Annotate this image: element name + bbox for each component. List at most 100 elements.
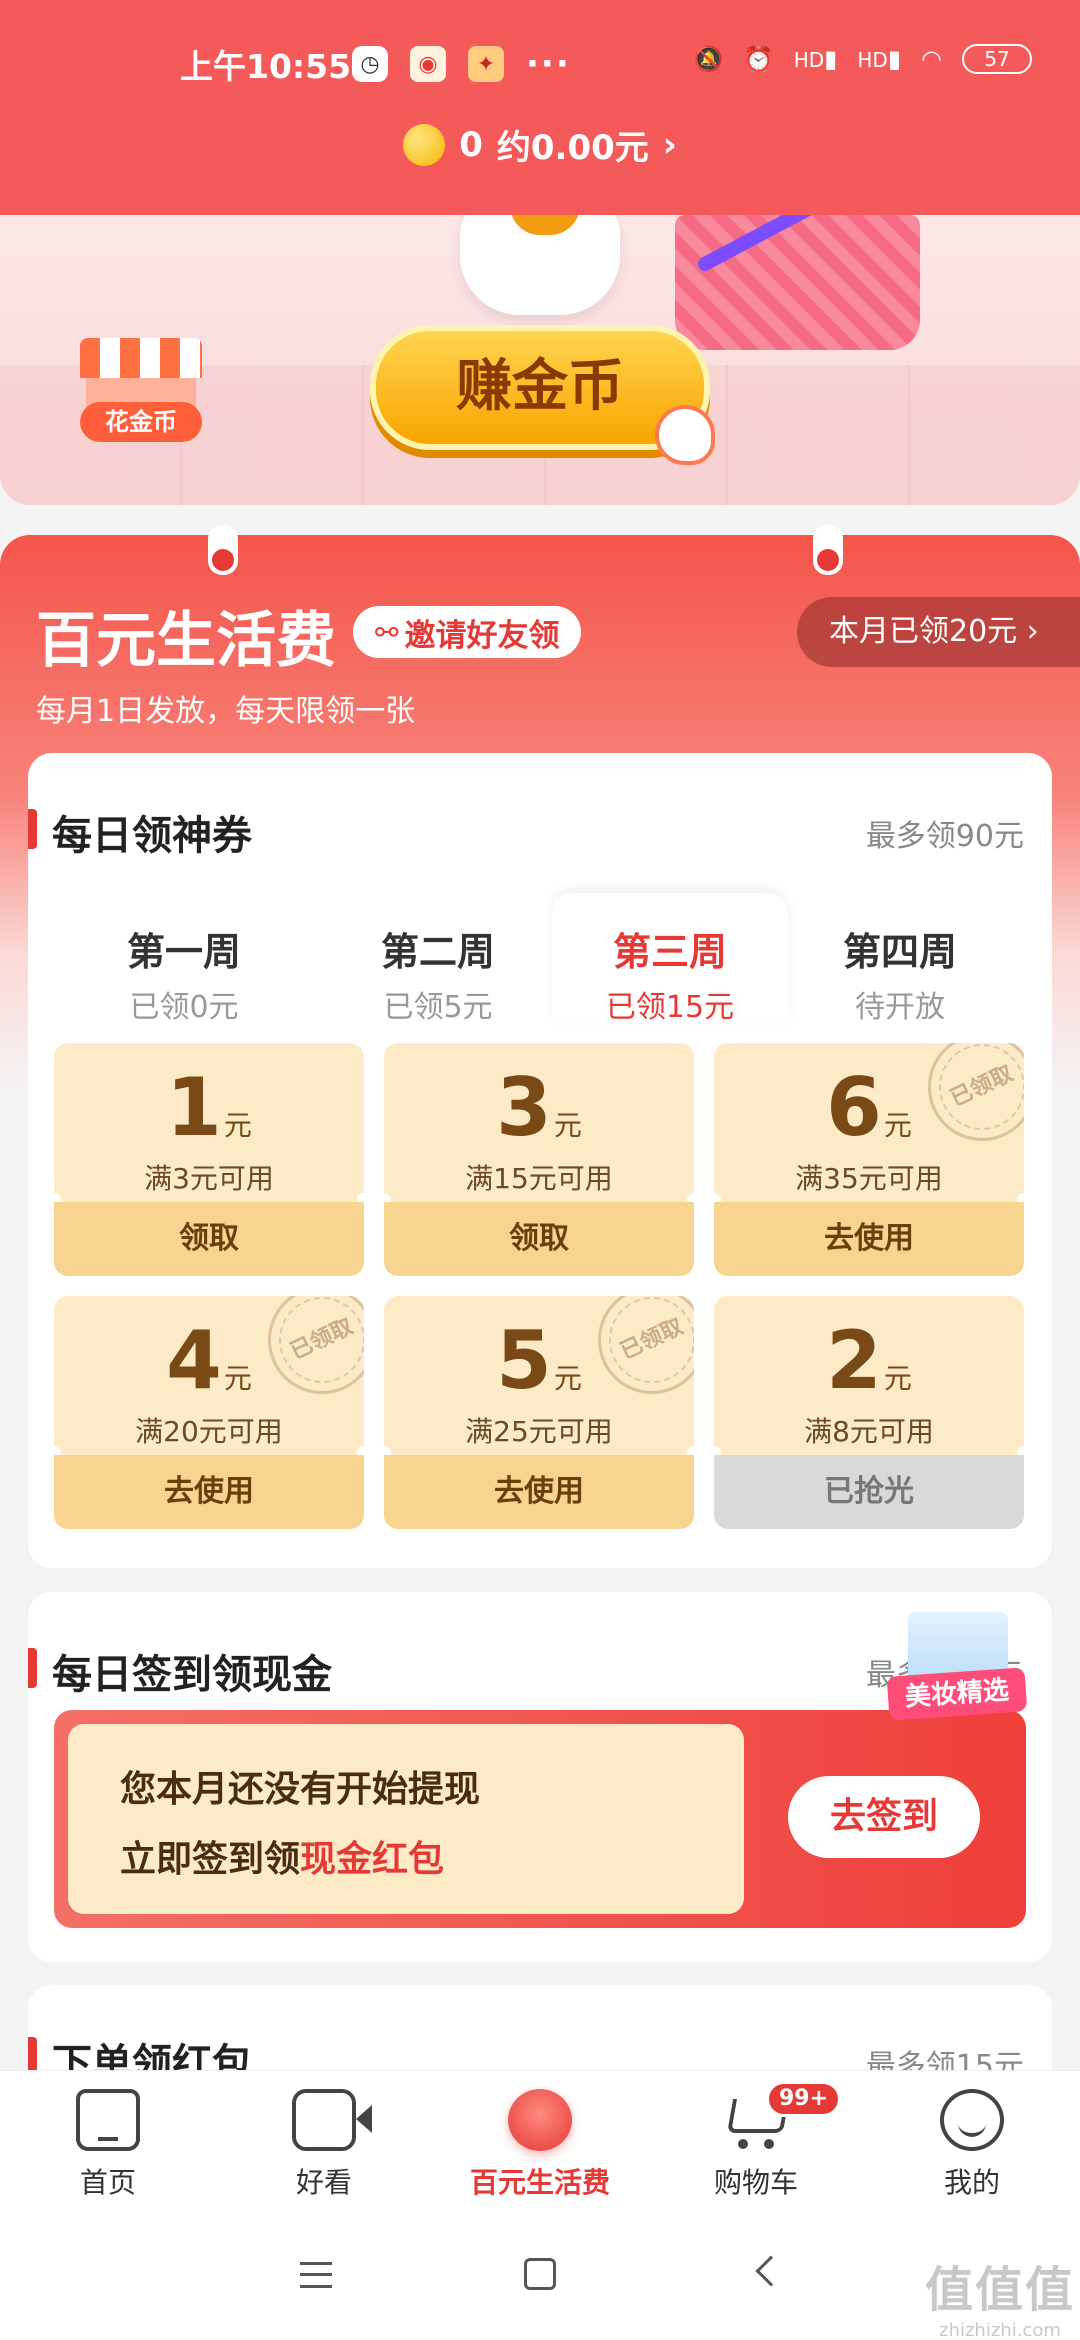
nav-home[interactable]: 首页 xyxy=(28,2089,188,2201)
coupon-unit: 元 xyxy=(553,1109,582,1142)
nav-label: 好看 xyxy=(295,2166,352,2199)
nav-label: 首页 xyxy=(79,2166,136,2199)
coupon-condition: 满35元可用 xyxy=(795,1162,943,1195)
coupon-grid: 1元 满3元可用 领取 3元 满15元可用 领取 已领取 6元 满35元可用 去… xyxy=(54,1043,1026,1529)
beauty-picks-label: 美妆精选 xyxy=(886,1667,1028,1721)
tab-week-3[interactable]: 第三周 已领15元 xyxy=(552,893,788,1025)
coupon-value: 6 xyxy=(826,1061,882,1154)
week-name: 第一周 xyxy=(126,930,241,974)
coupon-unit: 元 xyxy=(883,1362,912,1395)
coupon-condition: 满20元可用 xyxy=(135,1415,283,1448)
coupon-condition: 满8元可用 xyxy=(804,1415,934,1448)
section-title: 百元生活费 xyxy=(36,606,336,676)
top-header: 上午10:55 ◷ ◉ ✦ ··· 🔕 ⏰ HD▮ HD▮ ◠ 57 0 约0.… xyxy=(0,0,1080,215)
coupon-card: 已领取 5元 满25元可用 去使用 xyxy=(384,1296,694,1529)
chevron-right-icon: › xyxy=(1026,614,1039,649)
use-coupon-button[interactable]: 去使用 xyxy=(714,1202,1024,1276)
video-camera-icon xyxy=(292,2089,372,2151)
coupon-condition: 满3元可用 xyxy=(144,1162,274,1195)
coupon-value: 3 xyxy=(496,1061,552,1154)
back-icon[interactable] xyxy=(755,2255,787,2287)
invite-friends-button[interactable]: ⚯ 邀请好友领 xyxy=(353,606,582,658)
tab-week-1[interactable]: 第一周 已领0元 xyxy=(66,893,302,1025)
app-notification-icon: ◉ xyxy=(410,46,446,82)
coin-value: 约0.00元 xyxy=(496,128,649,168)
coupon-amount: 6元 xyxy=(714,1061,1024,1154)
spend-coins-label: 花金币 xyxy=(80,402,202,442)
status-time: 上午10:55 xyxy=(180,47,352,86)
signin-prompt: 立即签到领现金红包 xyxy=(120,1830,444,1882)
coin-balance[interactable]: 0 约0.00元 › xyxy=(0,120,1080,169)
use-coupon-button[interactable]: 去使用 xyxy=(384,1455,694,1529)
coupon-value: 4 xyxy=(166,1314,222,1407)
status-bar: 上午10:55 ◷ ◉ ✦ ··· 🔕 ⏰ HD▮ HD▮ ◠ 57 xyxy=(0,40,1080,90)
nav-cart[interactable]: 99+ 购物车 xyxy=(676,2081,842,2201)
more-notifications-icon: ··· xyxy=(526,44,571,84)
smiley-face-icon xyxy=(940,2089,1004,2151)
app-notification-icon: ✦ xyxy=(468,46,504,82)
pointing-hand-icon xyxy=(655,405,715,465)
week-status: 已领5元 xyxy=(383,990,493,1025)
card-title: 每日签到领现金 xyxy=(52,1652,332,1698)
week-status: 已领15元 xyxy=(605,990,735,1025)
spend-coins-shop[interactable]: 花金币 xyxy=(80,338,202,448)
coupon-card: 3元 满15元可用 领取 xyxy=(384,1043,694,1276)
coupon-amount: 1元 xyxy=(54,1061,364,1154)
status-notification-icons: ◷ ◉ ✦ ··· xyxy=(352,44,571,84)
status-system-icons: 🔕 ⏰ HD▮ HD▮ ◠ 57 xyxy=(694,44,1032,74)
week-status: 已领0元 xyxy=(129,990,239,1025)
claim-coupon-button[interactable]: 领取 xyxy=(384,1202,694,1276)
home-square-icon[interactable] xyxy=(524,2258,556,2290)
coupon-card: 1元 满3元可用 领取 xyxy=(54,1043,364,1276)
cash-red-packet-text: 现金红包 xyxy=(300,1839,445,1880)
coupon-unit: 元 xyxy=(883,1109,912,1142)
coupon-unit: 元 xyxy=(553,1362,582,1395)
watermark-logo: 值值值 xyxy=(925,2262,1076,2318)
gold-coin-icon xyxy=(403,123,446,166)
coupon-unit: 元 xyxy=(223,1109,252,1142)
clock-app-icon: ◷ xyxy=(352,46,388,82)
week-status: 待开放 xyxy=(855,990,945,1025)
coupon-unit: 元 xyxy=(223,1362,252,1395)
coupon-card: 已领取 4元 满20元可用 去使用 xyxy=(54,1296,364,1529)
coupon-condition: 满25元可用 xyxy=(465,1415,613,1448)
nav-label: 我的 xyxy=(943,2166,1000,2199)
pin-decoration xyxy=(813,525,843,575)
daily-signin-card: 每日签到领现金 最多领10元 您本月还没有开始提现 立即签到领现金红包 去签到 … xyxy=(28,1592,1052,1962)
signin-button[interactable]: 去签到 xyxy=(788,1776,980,1858)
shop-awning-icon xyxy=(80,338,202,378)
invite-label: 邀请好友领 xyxy=(404,617,560,654)
nav-video[interactable]: 好看 xyxy=(244,2089,404,2201)
month-claimed-button[interactable]: 本月已领20元 › xyxy=(797,597,1080,667)
title-accent-bar xyxy=(28,809,37,849)
use-coupon-button[interactable]: 去使用 xyxy=(54,1455,364,1529)
coupon-card: 已领取 6元 满35元可用 去使用 xyxy=(714,1043,1024,1276)
coupon-card: 2元 满8元可用 已抢光 xyxy=(714,1296,1024,1529)
menu-icon[interactable] xyxy=(300,2262,332,2288)
coin-count: 0 xyxy=(459,124,483,165)
signin-banner: 您本月还没有开始提现 立即签到领现金红包 去签到 xyxy=(54,1710,1026,1928)
tab-week-2[interactable]: 第二周 已领5元 xyxy=(320,893,556,1025)
signal-icon: HD▮ xyxy=(857,45,902,73)
chevron-right-icon: › xyxy=(662,124,677,165)
nav-living-allowance[interactable]: 百元生活费 xyxy=(460,2089,620,2201)
wifi-icon: ◠ xyxy=(921,45,942,73)
coupon-amount: 3元 xyxy=(384,1061,694,1154)
watermark-url: zhizhizhi.com xyxy=(939,2320,1061,2340)
month-claimed-label: 本月已领20元 xyxy=(829,614,1018,649)
alarm-icon: ⏰ xyxy=(743,45,774,73)
nav-profile[interactable]: 我的 xyxy=(892,2089,1052,2201)
signin-message: 您本月还没有开始提现 xyxy=(120,1769,481,1810)
card-header: 每日领神券 最多领90元 xyxy=(28,803,1052,859)
claim-coupon-button[interactable]: 领取 xyxy=(54,1202,364,1276)
week-name: 第二周 xyxy=(380,930,495,974)
week-name: 第四周 xyxy=(842,930,957,974)
week-tabs: 第一周 已领0元 第二周 已领5元 第三周 已领15元 第四周 待开放 xyxy=(28,893,1052,1025)
signin-message-box: 您本月还没有开始提现 立即签到领现金红包 xyxy=(68,1724,744,1914)
beauty-picks-tag[interactable]: 美妆精选 xyxy=(886,1612,1028,1722)
sold-out-button: 已抢光 xyxy=(714,1455,1024,1529)
tab-week-4[interactable]: 第四周 待开放 xyxy=(782,893,1018,1025)
coupon-amount: 2元 xyxy=(714,1314,1024,1407)
card-max-amount: 最多领90元 xyxy=(865,819,1024,854)
watermark: 值值值 zhizhizhi.com xyxy=(925,2250,1075,2340)
